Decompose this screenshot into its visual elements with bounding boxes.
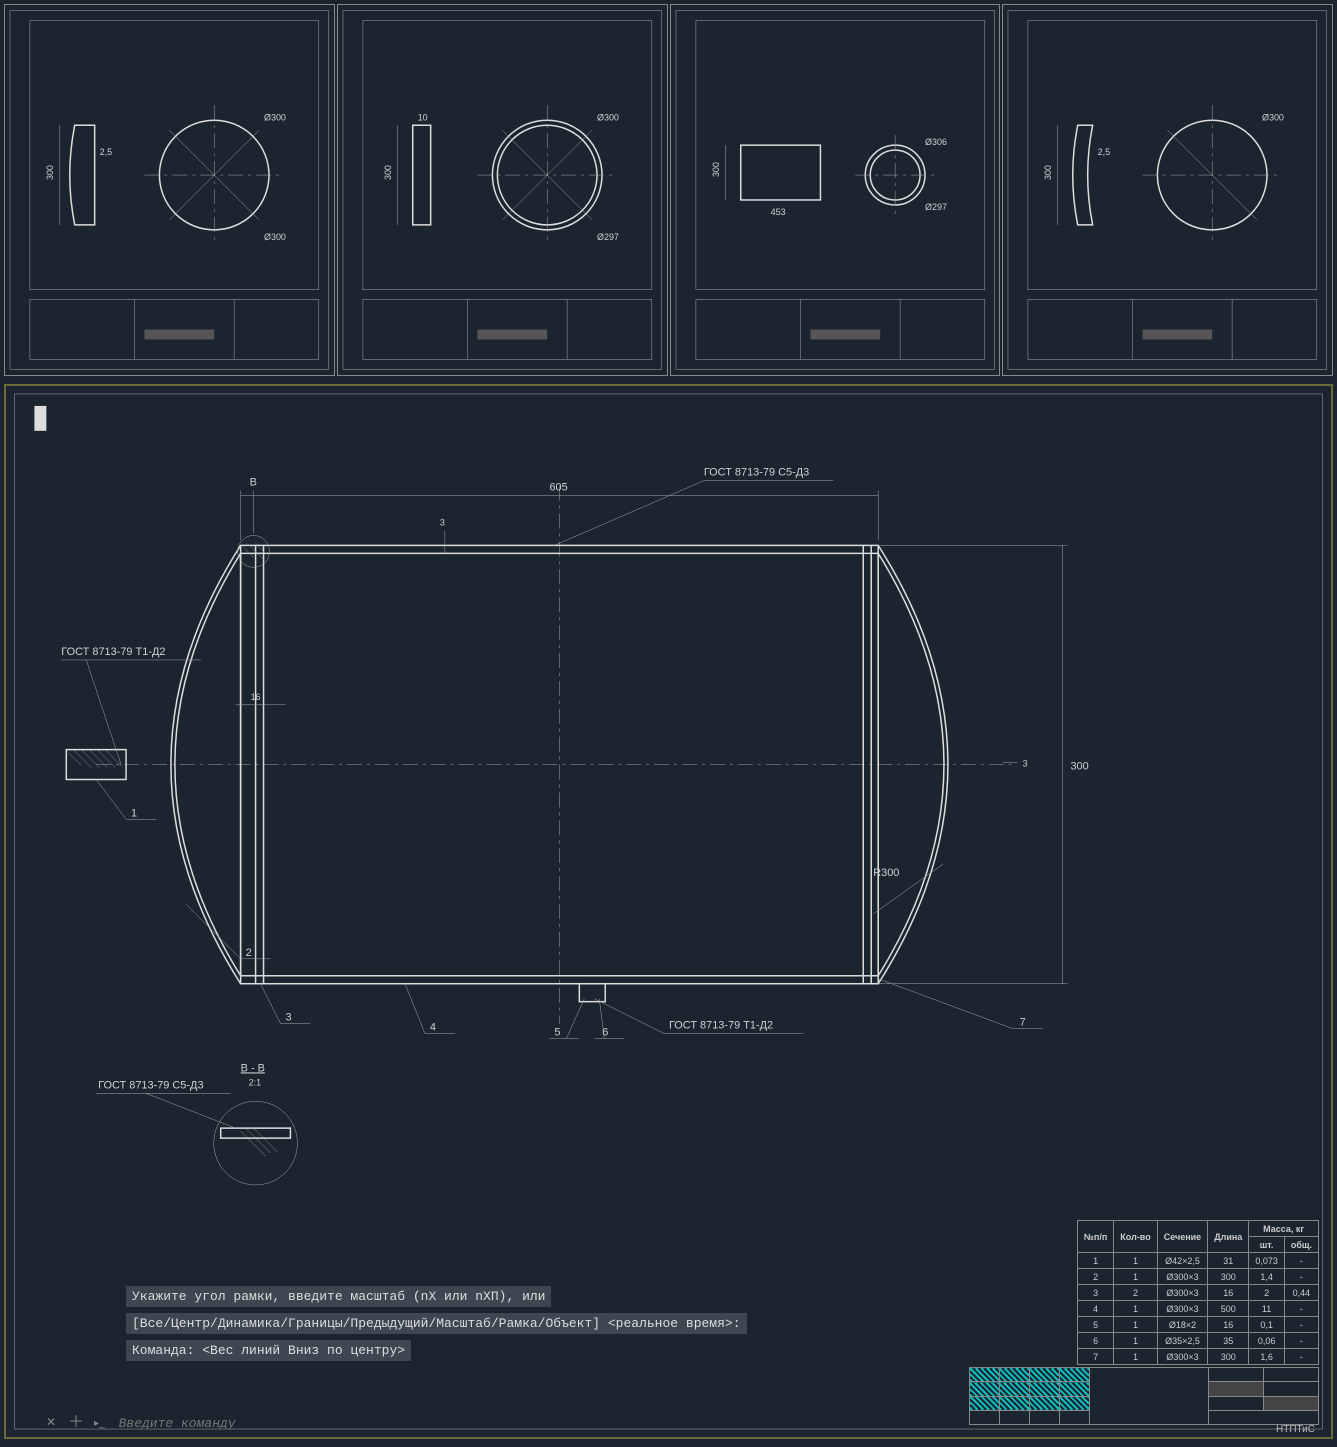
dim-r300: R300 <box>873 867 899 879</box>
crosshair-icon[interactable] <box>70 1415 86 1431</box>
col-mass: Масса, кг <box>1249 1221 1319 1237</box>
command-input[interactable]: Введите команду <box>113 1416 236 1431</box>
table-row: 32Ø300×31620,44 <box>1077 1285 1318 1301</box>
col-kolvo: Кол-во <box>1114 1221 1157 1253</box>
cmd-prompt-caret: ▸_ <box>94 1418 105 1429</box>
balloon-7: 7 <box>1020 1017 1026 1029</box>
model-space-viewport[interactable]: 605 300 3 3 16 В ГОСТ 8713-79 С5-Д3 ГОСТ… <box>4 384 1333 1439</box>
dim-25: 2,5 <box>100 147 112 157</box>
dim-300: 300 <box>1043 165 1053 180</box>
balloon-2: 2 <box>246 947 252 959</box>
balloon-3: 3 <box>285 1012 291 1024</box>
dim-d300a: Ø300 <box>264 112 286 122</box>
dim-300: 300 <box>45 165 55 180</box>
dim-d297: Ø297 <box>925 202 947 212</box>
dim-300: 300 <box>383 165 393 180</box>
view-marker-b: В <box>250 477 257 489</box>
table-row: 61Ø35×2,5350,06- <box>1077 1333 1318 1349</box>
thumbnail-sheet-4[interactable]: 2,5 300 Ø300 <box>1002 4 1333 376</box>
thumbnail-sheet-2[interactable]: 10 300 Ø300 Ø297 <box>337 4 668 376</box>
gost-top-label: ГОСТ 8713-79 С5-Д3 <box>704 467 809 479</box>
col-npn: №п/п <box>1077 1221 1113 1253</box>
dim-300: 300 <box>710 162 720 177</box>
gost-detail-label: ГОСТ 8713-79 С5-Д3 <box>98 1079 203 1091</box>
gost-bottom-label: ГОСТ 8713-79 Т1-Д2 <box>669 1020 773 1032</box>
dim-d300: Ø300 <box>1262 112 1284 122</box>
thumbnail-sheet-3[interactable]: 300 453 Ø306 Ø297 <box>670 4 1001 376</box>
thumbnail-sheet-1[interactable]: 300 2,5 Ø300 Ø300 <box>4 4 335 376</box>
balloon-6: 6 <box>602 1027 608 1039</box>
dim-d306: Ø306 <box>925 137 947 147</box>
dim-16: 16 <box>251 692 261 702</box>
section-bb-label: В - В <box>241 1062 265 1074</box>
dim-3-top: 3 <box>440 517 445 527</box>
dim-d300b: Ø300 <box>264 232 286 242</box>
cmd-line-2: [Все/Центр/Динамика/Границы/Предыдущий/М… <box>126 1313 747 1334</box>
col-mass-sht: шт. <box>1249 1237 1285 1253</box>
table-row: 51Ø18×2160,1- <box>1077 1317 1318 1333</box>
corner-label: НТПТиС <box>1276 1424 1315 1435</box>
table-row: 71Ø300×33001,6- <box>1077 1349 1318 1365</box>
dim-d300: Ø300 <box>597 112 619 122</box>
dim-453: 453 <box>770 207 785 217</box>
balloon-4: 4 <box>430 1022 436 1034</box>
dim-3-right: 3 <box>1023 759 1028 769</box>
table-row: 11Ø42×2,5310,073- <box>1077 1253 1318 1269</box>
spec-table: №п/п Кол-во Сечение Длина Масса, кг шт. … <box>1077 1220 1319 1365</box>
col-section: Сечение <box>1157 1221 1208 1253</box>
table-row: 21Ø300×33001,4- <box>1077 1269 1318 1285</box>
dim-25: 2,5 <box>1098 147 1110 157</box>
cmd-line-1: Укажите угол рамки, введите масштаб (nX … <box>126 1286 551 1307</box>
balloon-1: 1 <box>131 807 137 819</box>
section-bb-scale: 2:1 <box>249 1077 261 1087</box>
dim-d297: Ø297 <box>597 232 619 242</box>
table-row: 41Ø300×350011- <box>1077 1301 1318 1317</box>
dim-300: 300 <box>1070 761 1088 773</box>
close-icon[interactable]: ✕ <box>46 1415 62 1431</box>
thumbnail-strip: 300 2,5 Ø300 Ø300 10 300 <box>0 0 1337 380</box>
cmd-line-3: Команда: <Вес линий Вниз по центру> <box>126 1340 411 1361</box>
command-history: Укажите угол рамки, введите масштаб (nX … <box>126 1286 826 1367</box>
status-bar: ✕ ▸_ Введите команду <box>46 1415 236 1431</box>
dim-605: 605 <box>549 482 567 494</box>
title-block <box>969 1367 1319 1425</box>
balloon-5: 5 <box>554 1027 560 1039</box>
col-length: Длина <box>1208 1221 1249 1253</box>
gost-left-label: ГОСТ 8713-79 Т1-Д2 <box>61 646 165 658</box>
dim-10: 10 <box>417 112 427 122</box>
col-mass-obsch: общ. <box>1284 1237 1318 1253</box>
